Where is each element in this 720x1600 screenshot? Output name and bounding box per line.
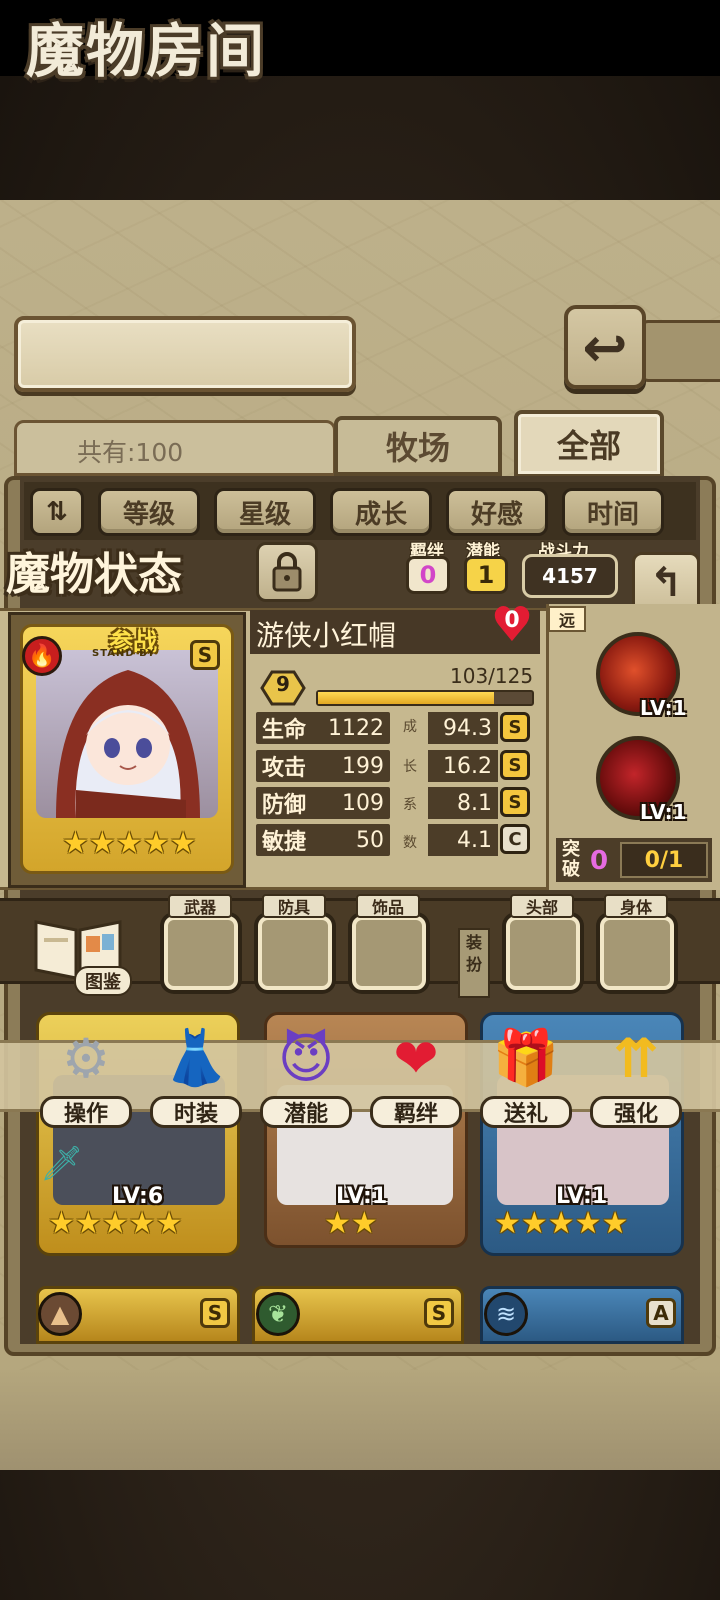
grade-badge: S	[500, 787, 530, 817]
monster-stars: ★★★★★	[62, 826, 197, 861]
leaf-element-icon: ❦	[256, 1292, 300, 1336]
rank-badge: S	[424, 1298, 454, 1328]
weapon-slot[interactable]	[164, 916, 238, 990]
sort-affection-button[interactable]: 好感	[446, 488, 548, 536]
sort-growth-button[interactable]: 成长	[330, 488, 432, 536]
potential-value: 1	[464, 556, 508, 594]
roster-card-stars: ★★	[324, 1206, 378, 1241]
armor-slot[interactable]	[258, 916, 332, 990]
growth-vertical-label: 长	[403, 759, 417, 775]
sort-time-button[interactable]: 时间	[562, 488, 664, 536]
action-label: 时装	[150, 1096, 242, 1128]
accessory-slot-label: 饰品	[356, 894, 420, 918]
growth-attack: 16.2	[428, 750, 498, 782]
body-slot-label: 身体	[604, 894, 668, 918]
armor-slot-label: 防具	[262, 894, 326, 918]
skill-level: LV:1	[640, 800, 687, 824]
range-tag: 远	[548, 606, 586, 632]
grade-badge: C	[500, 824, 530, 854]
standby-sub-label: STAND BY	[92, 648, 156, 659]
growth-vertical-label: 成	[403, 719, 417, 735]
breakthrough-label: 突破	[562, 839, 580, 880]
double-arrow-up-icon: ⇈	[613, 1026, 659, 1090]
status-title: 魔物状态	[6, 549, 182, 600]
fire-element-icon: 🔥	[22, 636, 62, 676]
red-hood-girl-portrait	[56, 670, 200, 818]
page-title: 魔物房间	[26, 17, 267, 85]
bond-value: 0	[406, 556, 450, 594]
mountain-element-icon: ▲	[38, 1292, 82, 1336]
rank-badge: S	[190, 640, 220, 670]
rank-badge: S	[200, 1298, 230, 1328]
growth-vertical-label: 系	[403, 797, 417, 813]
map-bottom	[0, 1370, 720, 1470]
action-label: 潜能	[260, 1096, 352, 1128]
back-button-tail	[640, 320, 720, 382]
action-label: 羁绊	[370, 1096, 462, 1128]
head-slot-label: 头部	[510, 894, 574, 918]
action-label: 强化	[590, 1096, 682, 1128]
sort-order-icon: ⇅	[46, 497, 68, 527]
tab-ranch[interactable]: 牧场	[334, 416, 502, 476]
breakthrough-value: 0	[590, 846, 609, 876]
lock-icon	[272, 552, 302, 592]
monster-portrait	[36, 650, 218, 818]
roster-card-stars: ★★★★★	[494, 1206, 629, 1241]
gear-icon: ⚙	[61, 1026, 111, 1090]
tab-all[interactable]: 全部	[514, 410, 664, 478]
action-potential-button[interactable]: 😈 潜能	[254, 1018, 358, 1130]
return-icon: ↰	[649, 560, 683, 606]
dress-up-label: 装扮	[458, 928, 490, 998]
grade-badge: S	[500, 712, 530, 742]
stat-hp: 生命 1122	[256, 712, 390, 744]
action-gift-button[interactable]: 🎁 送礼	[474, 1018, 578, 1130]
sword-icon: 🗡	[40, 1144, 84, 1184]
dress-icon: 👗	[162, 1026, 230, 1089]
monster-name: 游侠小红帽	[256, 619, 397, 652]
back-button[interactable]: ↩	[564, 305, 646, 389]
skill-level: LV:1	[640, 696, 687, 720]
accessory-slot[interactable]	[352, 916, 426, 990]
stat-agility: 敏捷 50	[256, 824, 390, 856]
exp-bar	[316, 690, 534, 706]
action-operate-button[interactable]: ⚙ 操作	[34, 1018, 138, 1130]
exp-fill	[318, 692, 495, 704]
breakthrough-ratio[interactable]: 0/1	[620, 842, 708, 878]
exp-text: 103/125	[450, 664, 534, 688]
title-plate	[14, 316, 356, 392]
power-value: 4157	[522, 554, 618, 598]
action-bond-button[interactable]: ❤ 羁绊	[364, 1018, 468, 1130]
grade-badge: S	[500, 750, 530, 780]
demon-icon: 😈	[277, 1026, 335, 1090]
affection-value: 0	[504, 608, 520, 633]
weapon-slot-label: 武器	[168, 894, 232, 918]
sort-order-toggle[interactable]: ⇅	[30, 488, 84, 536]
action-label: 操作	[40, 1096, 132, 1128]
roster-card-stars: ★★★★★	[48, 1206, 183, 1241]
codex-label: 图鉴	[74, 966, 132, 996]
growth-defense: 8.1	[428, 787, 498, 819]
monster-level: 9	[276, 672, 290, 696]
action-label: 送礼	[480, 1096, 572, 1128]
monster-count-bar: 共有:100	[14, 420, 336, 476]
growth-hp: 94.3	[428, 712, 498, 744]
growth-vertical-label: 数	[403, 835, 417, 851]
body-slot[interactable]	[600, 916, 674, 990]
lock-button[interactable]	[256, 542, 318, 602]
rank-badge: A	[646, 1298, 676, 1328]
action-enhance-button[interactable]: ⇈ 强化	[584, 1018, 688, 1130]
sort-star-button[interactable]: 星级	[214, 488, 316, 536]
growth-agility: 4.1	[428, 824, 498, 856]
stat-attack: 攻击 199	[256, 750, 390, 782]
gift-icon: 🎁	[492, 1026, 560, 1089]
sort-level-button[interactable]: 等级	[98, 488, 200, 536]
hearts-icon: ❤	[393, 1026, 439, 1090]
head-slot[interactable]	[506, 916, 580, 990]
monster-count: 共有:100	[77, 438, 184, 467]
stat-defense: 防御 109	[256, 787, 390, 819]
action-costume-button[interactable]: 👗 时装	[144, 1018, 248, 1130]
back-icon: ↩	[582, 315, 628, 379]
water-element-icon: ≋	[484, 1292, 528, 1336]
